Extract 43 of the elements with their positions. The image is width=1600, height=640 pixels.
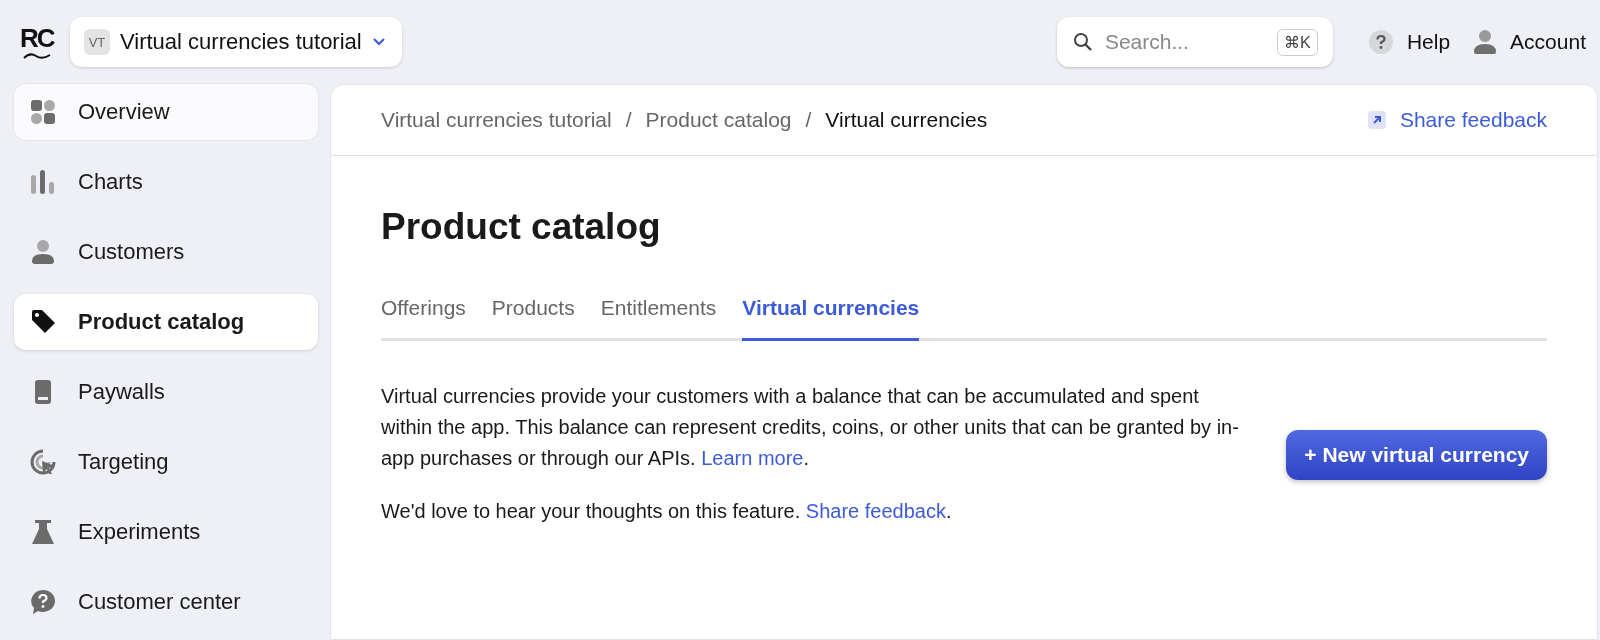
sidebar-item[interactable]: Customer center	[14, 574, 318, 630]
tab[interactable]: Products	[491, 288, 575, 341]
grid-icon	[30, 99, 56, 125]
sidebar-item[interactable]: Overview	[14, 84, 318, 140]
help-link[interactable]: Help	[1368, 30, 1451, 54]
new-virtual-currency-button[interactable]: + New virtual currency	[1286, 430, 1547, 480]
link[interactable]: Learn more	[701, 447, 804, 469]
sidebar-item[interactable]: Paywalls	[14, 364, 318, 420]
sidebar-item[interactable]: Customers	[14, 224, 318, 280]
breadcrumb-separator: /	[805, 108, 812, 132]
cursor-target-icon	[30, 449, 56, 475]
link[interactable]: Share feedback	[805, 500, 946, 522]
sidebar-item[interactable]: Product catalog	[14, 294, 318, 350]
tab[interactable]: Virtual currencies	[742, 288, 920, 341]
breadcrumb-link[interactable]: Virtual currencies tutorial	[381, 108, 612, 132]
breadcrumb-link[interactable]: Product catalog	[645, 108, 792, 132]
account-link[interactable]: Account	[1474, 30, 1586, 54]
user-icon	[30, 239, 56, 265]
bar-chart-icon	[30, 169, 56, 195]
logo[interactable]: RC	[20, 22, 58, 62]
sidebar-item[interactable]: Charts	[14, 154, 318, 210]
project-avatar: VT	[84, 29, 110, 55]
breadcrumb-current: Virtual currencies	[825, 108, 988, 132]
sidebar-item[interactable]: Targeting	[14, 434, 318, 490]
tab[interactable]: Offerings	[381, 288, 466, 341]
description-text: We'd love to hear your thoughts on this feature. Share feedback.	[381, 499, 953, 524]
tab[interactable]: Entitlements	[600, 288, 717, 341]
description-text: Virtual currencies provide your customers with a balance that can be accumulated and spent within the app. This balance can represent credits, coins, or other units that can be granted by in-app purchases or through our APIs. Learn more.	[381, 384, 1240, 471]
page-title: Product catalog	[381, 206, 662, 248]
help-icon	[1368, 30, 1393, 54]
flask-icon	[30, 519, 56, 545]
tag-icon	[30, 309, 56, 335]
breadcrumb-separator: /	[625, 108, 632, 132]
sidebar-item[interactable]: Experiments	[14, 504, 318, 560]
shortcut-hint: ⌘K	[1276, 28, 1318, 56]
question-bubble-icon	[30, 589, 56, 615]
user-icon	[1474, 30, 1497, 54]
project-selector[interactable]: VT Virtual currencies tutorial	[70, 17, 402, 67]
share-feedback-link[interactable]: Share feedback	[1367, 108, 1547, 132]
search-field[interactable]: Search... ⌘K	[1056, 17, 1333, 67]
search-icon	[1072, 32, 1093, 52]
external-link-icon	[1367, 111, 1386, 129]
chevron-down-icon	[371, 37, 386, 47]
